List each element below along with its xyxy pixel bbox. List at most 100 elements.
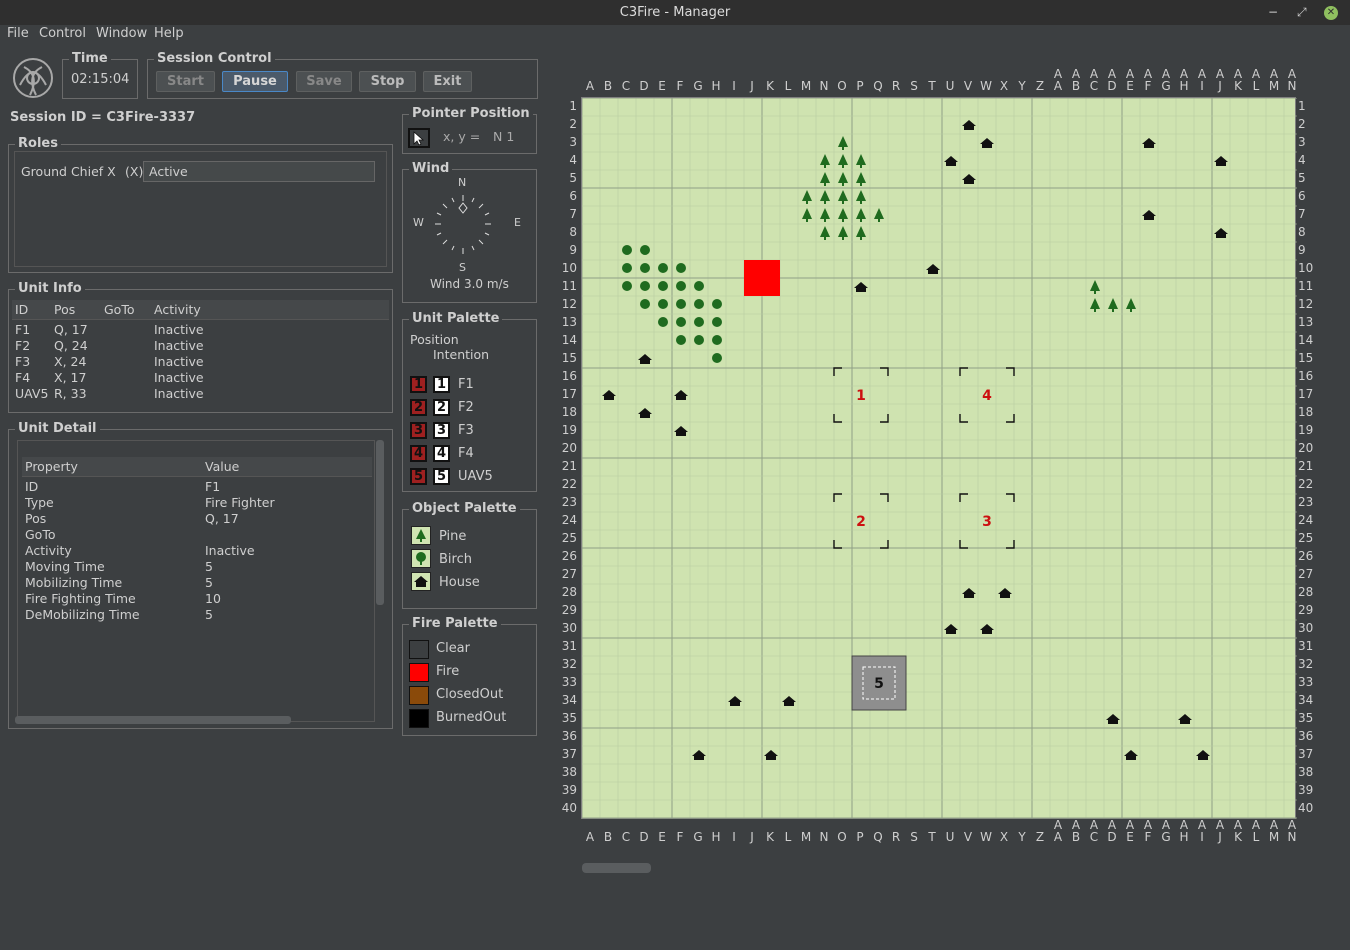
pine-swatch[interactable] <box>411 526 431 545</box>
pine-icon[interactable] <box>856 154 866 168</box>
house-icon[interactable] <box>782 696 796 706</box>
house-icon[interactable] <box>1142 138 1156 148</box>
unit-intention-chip-4[interactable]: 4 <box>433 445 450 462</box>
unit-position-chip-2[interactable]: 2 <box>410 399 427 416</box>
birch-icon[interactable] <box>640 245 650 255</box>
pine-icon[interactable] <box>820 226 830 240</box>
fire-cell[interactable] <box>762 260 780 278</box>
birch-icon[interactable] <box>712 317 722 327</box>
pine-icon[interactable] <box>1090 298 1100 312</box>
house-icon[interactable] <box>638 408 652 418</box>
birch-icon[interactable] <box>712 335 722 345</box>
start-button[interactable]: Start <box>156 71 215 92</box>
table-row[interactable]: Type Fire Fighter <box>22 495 372 511</box>
fire-swatch-clear[interactable] <box>409 640 429 659</box>
birch-icon[interactable] <box>712 299 722 309</box>
unit-intention-chip-2[interactable]: 2 <box>433 399 450 416</box>
house-swatch[interactable] <box>411 572 431 591</box>
birch-icon[interactable] <box>694 299 704 309</box>
house-icon[interactable] <box>1214 156 1228 166</box>
table-row[interactable]: Mobilizing Time 5 <box>22 575 372 591</box>
col-id[interactable]: ID <box>15 302 28 317</box>
unit-position-chip-1[interactable]: 1 <box>410 376 427 393</box>
unit-marker-2[interactable]: 2 <box>833 493 889 549</box>
table-row[interactable]: GoTo <box>22 527 372 543</box>
pine-icon[interactable] <box>1108 298 1118 312</box>
house-icon[interactable] <box>962 120 976 130</box>
birch-icon[interactable] <box>640 263 650 273</box>
fire-map-canvas[interactable]: 1 4 2 3 5 <box>581 97 1303 820</box>
birch-icon[interactable] <box>676 299 686 309</box>
house-icon[interactable] <box>692 750 706 760</box>
birch-icon[interactable] <box>658 263 668 273</box>
pine-icon[interactable] <box>838 190 848 204</box>
pine-icon[interactable] <box>856 208 866 222</box>
unit-marker-3[interactable]: 3 <box>959 493 1015 549</box>
house-icon[interactable] <box>926 264 940 274</box>
unit-intention-chip-3[interactable]: 3 <box>433 422 450 439</box>
pine-icon[interactable] <box>1090 280 1100 294</box>
unit-intention-chip-1[interactable]: 1 <box>433 376 450 393</box>
table-row[interactable]: F1 Q, 17 Inactive <box>12 322 389 338</box>
pine-icon[interactable] <box>1126 298 1136 312</box>
birch-icon[interactable] <box>622 245 632 255</box>
house-icon[interactable] <box>764 750 778 760</box>
stop-button[interactable]: Stop <box>359 71 416 92</box>
birch-icon[interactable] <box>676 281 686 291</box>
pine-icon[interactable] <box>838 208 848 222</box>
birch-icon[interactable] <box>658 317 668 327</box>
pine-icon[interactable] <box>820 154 830 168</box>
birch-icon[interactable] <box>676 263 686 273</box>
map-horizontal-scrollbar[interactable] <box>582 863 651 873</box>
house-icon[interactable] <box>1142 210 1156 220</box>
table-row[interactable]: Fire Fighting Time 10 <box>22 591 372 607</box>
pine-icon[interactable] <box>874 208 884 222</box>
birch-icon[interactable] <box>676 335 686 345</box>
minimize-button[interactable]: − <box>1268 0 1278 25</box>
house-icon[interactable] <box>1178 714 1192 724</box>
pointer-icon[interactable] <box>408 128 430 148</box>
pine-icon[interactable] <box>802 208 812 222</box>
fire-swatch-burnedout[interactable] <box>409 709 429 728</box>
pine-icon[interactable] <box>838 172 848 186</box>
house-icon[interactable] <box>674 426 688 436</box>
house-icon[interactable] <box>1196 750 1210 760</box>
house-icon[interactable] <box>944 156 958 166</box>
house-icon[interactable] <box>962 588 976 598</box>
house-icon[interactable] <box>1106 714 1120 724</box>
fire-swatch-closedout[interactable] <box>409 686 429 705</box>
birch-icon[interactable] <box>658 281 668 291</box>
house-icon[interactable] <box>728 696 742 706</box>
uav-marker-5[interactable]: 5 <box>851 655 907 711</box>
house-icon[interactable] <box>638 354 652 364</box>
exit-button[interactable]: Exit <box>423 71 472 92</box>
birch-icon[interactable] <box>676 317 686 327</box>
birch-icon[interactable] <box>622 281 632 291</box>
menu-window[interactable]: Window <box>96 26 147 41</box>
birch-icon[interactable] <box>712 353 722 363</box>
house-icon[interactable] <box>602 390 616 400</box>
table-row[interactable]: ID F1 <box>22 479 372 495</box>
house-icon[interactable] <box>1124 750 1138 760</box>
pine-icon[interactable] <box>856 172 866 186</box>
birch-swatch[interactable] <box>411 549 431 568</box>
birch-icon[interactable] <box>640 299 650 309</box>
birch-icon[interactable] <box>640 281 650 291</box>
unit-position-chip-5[interactable]: 5 <box>410 468 427 485</box>
house-icon[interactable] <box>944 624 958 634</box>
pine-icon[interactable] <box>838 154 848 168</box>
pine-icon[interactable] <box>820 172 830 186</box>
birch-icon[interactable] <box>622 263 632 273</box>
col-goto[interactable]: GoTo <box>104 302 135 317</box>
pine-icon[interactable] <box>856 190 866 204</box>
fire-cell[interactable] <box>744 260 762 278</box>
unit-marker-1[interactable]: 1 <box>833 367 889 423</box>
pine-icon[interactable] <box>856 226 866 240</box>
menu-file[interactable]: File <box>7 26 29 41</box>
birch-icon[interactable] <box>658 299 668 309</box>
table-row[interactable]: Moving Time 5 <box>22 559 372 575</box>
col-property[interactable]: Property <box>25 459 78 474</box>
house-icon[interactable] <box>854 282 868 292</box>
house-icon[interactable] <box>962 174 976 184</box>
maximize-button[interactable]: ⤢ <box>1297 0 1307 25</box>
